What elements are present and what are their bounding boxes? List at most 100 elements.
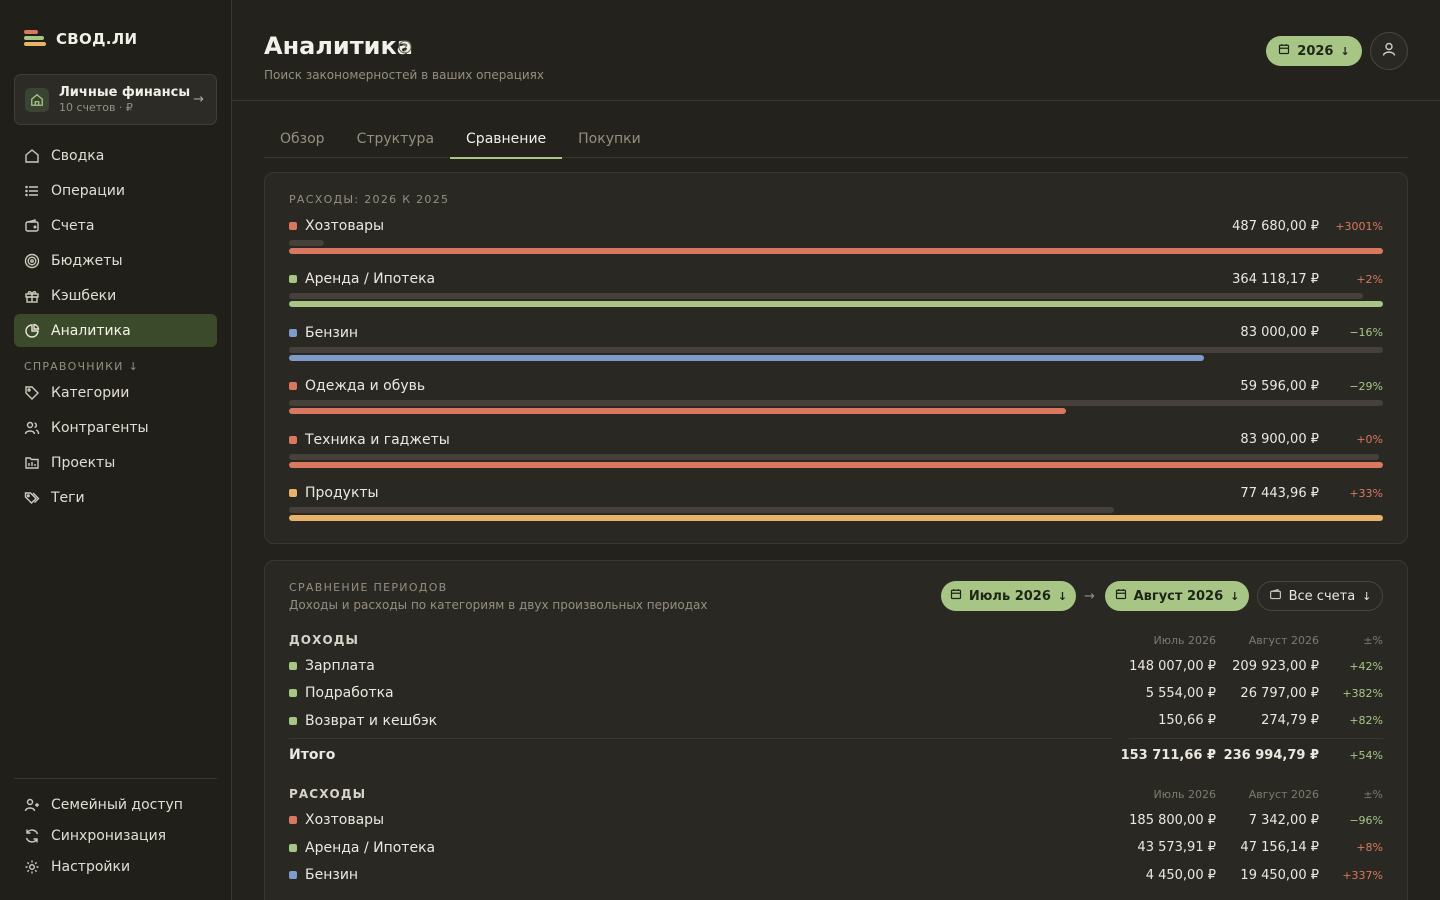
user-menu-button[interactable] [1370,32,1408,70]
previous-year-bar [289,346,1383,353]
total-value-b: 236 994,79 ₽ [1223,747,1319,763]
sidebar-item-label: Аналитика [51,322,131,339]
column-header: Август 2026 [1248,634,1319,647]
category-name: Аренда / Ипотека [305,271,436,288]
tags-icon [24,490,40,506]
income-total-row: Итого 153 711,66 ₽ 236 994,79 ₽ +54% [289,745,1383,765]
category-row[interactable]: Техника и гаджеты 83 900,00 ₽ +0% [289,431,1383,484]
arrow-down-icon: ↓ [128,360,140,373]
users-icon [24,420,40,436]
current-year-bar [289,301,1383,308]
category-name: Подработка [305,685,394,702]
category-row[interactable]: Хозтовары 487 680,00 ₽ +3001% [289,217,1383,270]
period-comparison-card: СРАВНЕНИЕ ПЕРИОДОВ Доходы и расходы по к… [264,560,1408,900]
category-name: Аренда / Ипотека [305,839,436,856]
column-header: Август 2026 [1248,788,1319,801]
logo[interactable]: СВОД.ЛИ [24,30,137,48]
delta-percent: +42% [1349,659,1383,673]
category-delta: −29% [1349,379,1383,393]
references-section-toggle[interactable]: СПРАВОЧНИКИ ↓ [24,360,139,373]
sidebar-item-accounts[interactable]: Счета [14,209,217,242]
sidebar-item-family-access[interactable]: Семейный доступ [14,790,217,819]
category-color-dot [289,382,297,391]
income-row[interactable]: Подработка 5 554,00 ₽ 26 797,00 ₽ +382% [289,683,1383,703]
category-delta: +2% [1356,272,1383,286]
tab-structure[interactable]: Структура [341,124,450,158]
help-icon[interactable] [398,39,412,58]
category-name: Бензин [305,867,359,883]
sidebar-item-tags[interactable]: Теги [14,481,217,514]
sidebar-item-settings[interactable]: Настройки [14,852,217,881]
value-period-a: 4 450,00 ₽ [1145,867,1216,883]
sidebar-item-cashback[interactable]: Кэшбеки [14,279,217,312]
previous-year-bar [289,453,1379,460]
card-description: Доходы и расходы по категориям в двух пр… [289,598,708,612]
home-icon [25,87,49,112]
previous-year-bar [289,400,1383,407]
category-amount: 83 000,00 ₽ [1240,325,1319,341]
delta-percent: +82% [1349,714,1383,728]
sidebar-item-budgets[interactable]: Бюджеты [14,244,217,277]
category-name: Продукты [305,485,379,501]
target-icon [24,253,40,269]
category-row[interactable]: Продукты 77 443,96 ₽ +33% [289,484,1383,537]
period-a-label: Июль 2026 [968,588,1051,604]
tab-comparison[interactable]: Сравнение [450,124,563,159]
year-selector[interactable]: 2026 ↓ [1266,36,1362,66]
sidebar-item-projects[interactable]: Проекты [14,446,217,479]
account-subtitle: 10 счетов · ₽ [59,101,133,114]
previous-year-bar [289,293,1363,300]
arrow-down-icon: ↓ [1340,44,1350,58]
accounts-label: Все счета [1288,588,1356,604]
previous-year-bar [289,240,324,246]
period-a-selector[interactable]: Июль 2026 ↓ [941,581,1076,611]
category-color-dot [289,328,297,337]
tab-overview[interactable]: Обзор [264,124,341,158]
arrow-down-icon: ↓ [1362,589,1372,603]
current-year-bar [289,408,1066,415]
expense-row[interactable]: Аренда / Ипотека 43 573,91 ₽ 47 156,14 ₽ +8… [289,838,1383,858]
page-subtitle: Поиск закономерностей в ваших операциях [264,68,544,82]
references-nav: Категории Контрагенты Проекты Теги [14,376,217,516]
home-icon [24,148,40,164]
tab-purchases[interactable]: Покупки [562,124,657,158]
yoy-expenses-card: РАСХОДЫ: 2026 К 2025 Хозтовары 487 680,00… [264,172,1408,544]
category-row[interactable]: Одежда и обувь 59 596,00 ₽ −29% [289,377,1383,430]
current-year-bar [289,461,1383,468]
account-switcher[interactable]: Личные финансы 10 счетов · ₽ → [14,74,217,125]
sidebar-item-label: Проекты [51,454,116,471]
sync-icon [24,828,40,844]
period-b-selector[interactable]: Август 2026 ↓ [1105,581,1249,611]
value-period-a: 185 800,00 ₽ [1129,812,1216,828]
expense-row[interactable]: Хозтовары 185 800,00 ₽ 7 342,00 ₽ −96% [289,810,1383,830]
category-color-dot [289,843,297,852]
calendar-icon [1115,588,1127,604]
category-row[interactable]: Аренда / Ипотека 364 118,17 ₽ +2% [289,270,1383,323]
category-name: Хозтовары [305,218,385,234]
folder-icon [24,455,40,471]
wallet-icon [1269,588,1282,605]
accounts-filter[interactable]: Все счета ↓ [1257,581,1383,611]
sidebar-item-counterparties[interactable]: Контрагенты [14,411,217,444]
category-amount: 77 443,96 ₽ [1240,485,1319,501]
arrow-right-icon: → [1084,589,1095,604]
category-row[interactable]: Бензин 83 000,00 ₽ −16% [289,324,1383,377]
card-title: СРАВНЕНИЕ ПЕРИОДОВ [289,581,448,594]
pie-chart-icon [24,323,40,339]
sidebar-item-categories[interactable]: Категории [14,376,217,409]
sidebar-item-operations[interactable]: Операции [14,174,217,207]
category-amount: 364 118,17 ₽ [1232,271,1319,287]
expense-row[interactable]: Бензин 4 450,00 ₽ 19 450,00 ₽ +337% [289,865,1383,885]
category-color-dot [289,689,297,698]
page-header: Аналитика Поиск закономерностей в ваших … [232,0,1440,101]
sidebar-item-analytics[interactable]: Аналитика [14,314,217,347]
income-row[interactable]: Зарплата 148 007,00 ₽ 209 923,00 ₽ +42% [289,656,1383,676]
tag-icon [24,385,40,401]
sidebar-item-summary[interactable]: Сводка [14,139,217,172]
sidebar-item-sync[interactable]: Синхронизация [14,821,217,850]
income-row[interactable]: Возврат и кешбэк 150,66 ₽ 274,79 ₽ +82% [289,711,1383,731]
category-color-dot [289,871,297,879]
value-period-a: 148 007,00 ₽ [1129,658,1216,674]
sidebar-item-label: Настройки [51,858,131,875]
delta-percent: −96% [1349,813,1383,827]
